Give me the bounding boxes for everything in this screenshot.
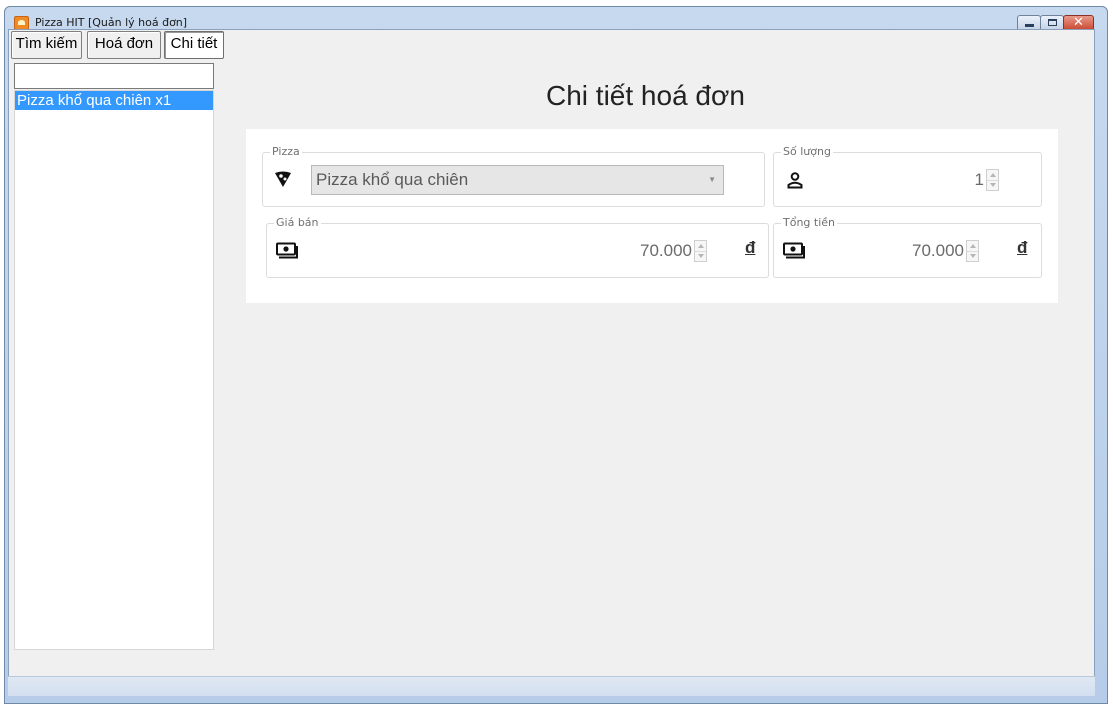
price-stepper[interactable]: [694, 240, 707, 262]
chevron-down-icon: ▼: [708, 175, 716, 184]
list-item[interactable]: Pizza khổ qua chiên x1: [15, 91, 213, 110]
quantity-value[interactable]: 1: [904, 170, 984, 190]
close-icon: ✕: [1073, 15, 1084, 30]
price-group: Giá bán 70.000 đ: [266, 216, 769, 278]
window-title: Pizza HIT [Quản lý hoá đơn]: [35, 16, 188, 29]
page-title: Chi tiết hoá đơn: [546, 80, 745, 111]
client-area: Tìm kiếm Hoá đơn Chi tiết Pizza khổ qua …: [8, 29, 1095, 690]
money-icon: [276, 242, 298, 259]
money-icon: [783, 242, 805, 259]
pizza-app-icon: [14, 16, 29, 30]
price-label: Giá bán: [274, 216, 321, 229]
pizza-select-value: Pizza khổ qua chiên: [316, 170, 469, 189]
maximize-icon: [1048, 19, 1057, 26]
quantity-stepper[interactable]: [986, 169, 999, 191]
price-value[interactable]: 70.000: [587, 241, 692, 261]
total-group: Tổng tiền 70.000 đ: [773, 216, 1042, 278]
tab-chi-tiet[interactable]: Chi tiết: [164, 31, 224, 59]
minimize-icon: [1025, 24, 1034, 27]
pizza-label: Pizza: [270, 145, 302, 158]
tab-tim-kiem[interactable]: Tìm kiếm: [11, 31, 82, 59]
person-icon: [787, 172, 803, 189]
pizza-slice-icon: [275, 171, 291, 187]
detail-card: Pizza Pizza khổ qua chiên ▼ Số lượng 1 G: [246, 129, 1058, 303]
quantity-group: Số lượng 1: [773, 145, 1042, 207]
invoice-item-list[interactable]: Pizza khổ qua chiên x1: [14, 90, 214, 650]
total-stepper[interactable]: [966, 240, 979, 262]
pizza-group: Pizza Pizza khổ qua chiên ▼: [262, 145, 765, 207]
status-bar: [8, 676, 1095, 696]
total-currency: đ: [1017, 238, 1028, 257]
price-currency: đ: [745, 238, 756, 257]
search-input[interactable]: [14, 63, 214, 89]
total-label: Tổng tiền: [781, 216, 838, 229]
tab-hoa-don[interactable]: Hoá đơn: [87, 31, 161, 59]
total-value[interactable]: 70.000: [864, 241, 964, 261]
quantity-label: Số lượng: [781, 145, 833, 158]
pizza-select[interactable]: Pizza khổ qua chiên ▼: [311, 165, 724, 195]
